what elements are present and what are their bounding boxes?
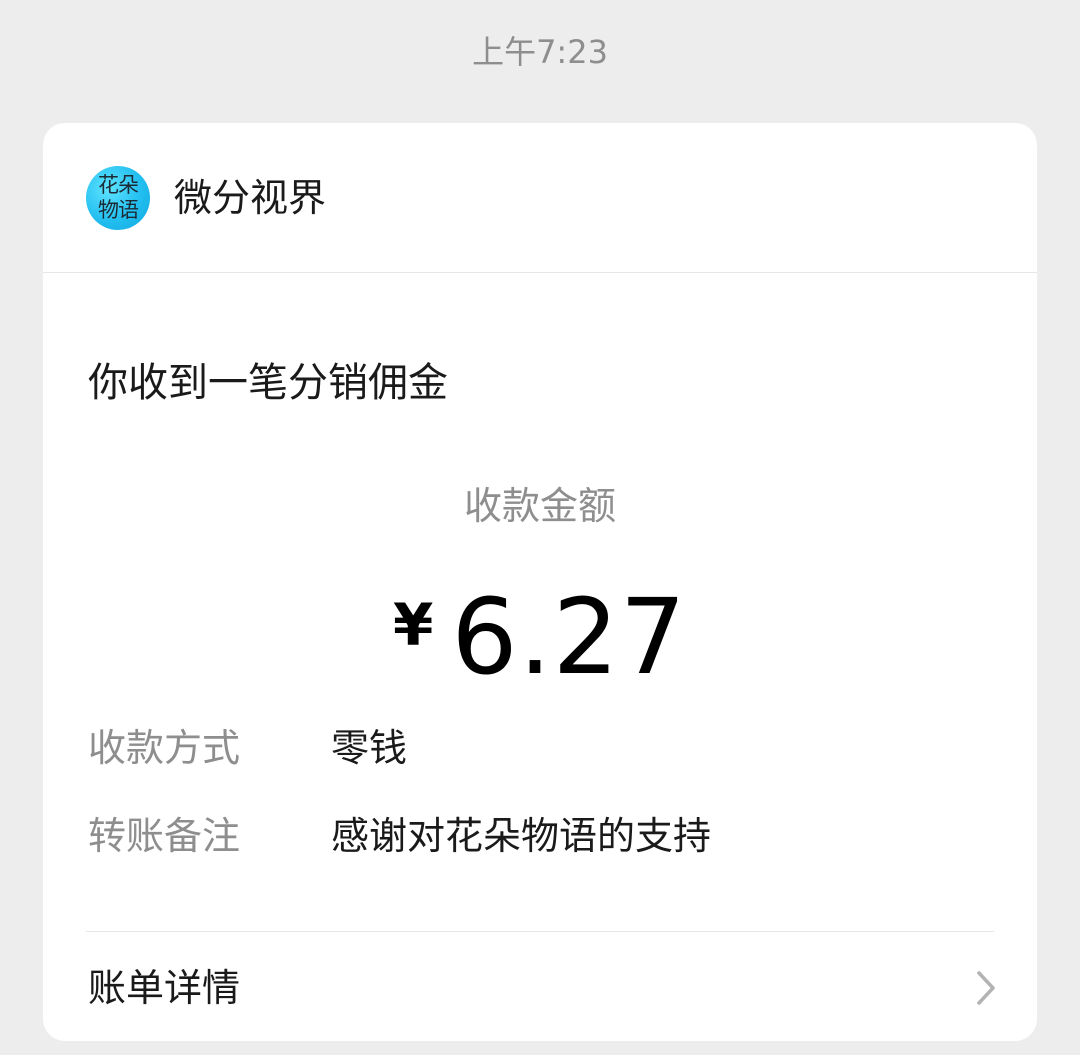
bill-details-row[interactable]: 账单详情	[43, 932, 1037, 1041]
avatar-text-line1: 花朵	[98, 173, 139, 197]
amount-display: ¥6.27	[43, 581, 1037, 693]
avatar-text-line2: 物语	[98, 198, 139, 222]
sender-name[interactable]: 微分视界	[174, 175, 326, 221]
transfer-note-value: 感谢对花朵物语的支持	[331, 814, 712, 858]
bill-details-label: 账单详情	[88, 966, 241, 1010]
detail-row-transfer-note: 转账备注 感谢对花朵物语的支持	[88, 810, 988, 862]
detail-row-payment-method: 收款方式 零钱	[88, 722, 988, 774]
payment-notification-card[interactable]: 花朵 物语 微分视界 你收到一笔分销佣金 收款金额 ¥6.27 收款方式 零钱 …	[43, 123, 1037, 1041]
amount-label: 收款金额	[463, 484, 616, 528]
transfer-note-label: 转账备注	[88, 814, 241, 858]
payment-method-label: 收款方式	[88, 726, 241, 770]
message-timestamp: 上午7:23	[472, 33, 608, 71]
chevron-right-icon	[977, 971, 995, 1005]
currency-symbol: ¥	[393, 591, 434, 659]
card-header[interactable]: 花朵 物语 微分视界	[43, 123, 1037, 273]
payment-method-value: 零钱	[331, 726, 408, 770]
message-title: 你收到一笔分销佣金	[88, 360, 448, 406]
amount-value: 6.27	[451, 576, 687, 698]
sender-avatar[interactable]: 花朵 物语	[86, 166, 150, 230]
